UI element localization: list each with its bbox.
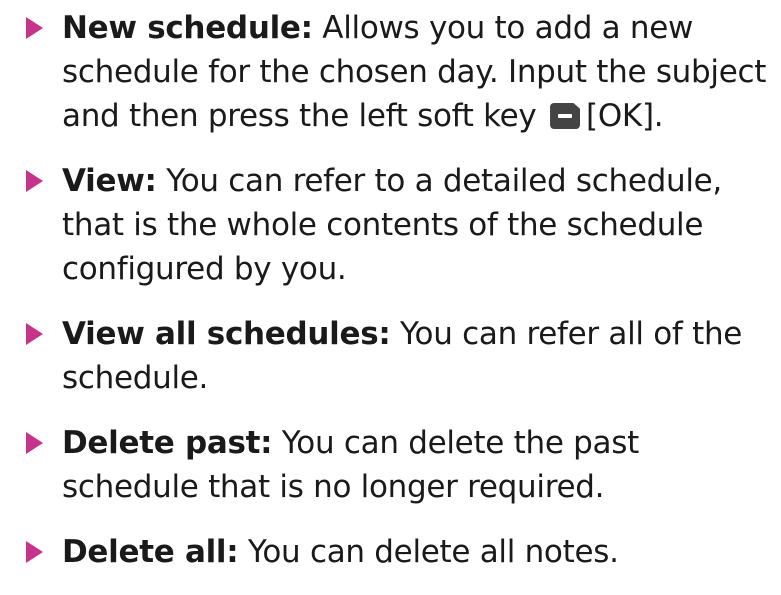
list-item-delete-past: Delete past: You can delete the past sch… [26, 421, 781, 509]
item-term: New schedule: [62, 10, 313, 46]
list-item-view: View: You can refer to a detailed schedu… [26, 159, 781, 291]
triangle-right-icon [26, 323, 43, 345]
list-item-new-schedule: New schedule: Allows you to add a new sc… [26, 6, 781, 138]
triangle-right-icon [26, 541, 43, 563]
item-description: You can delete all notes. [238, 534, 619, 570]
minus-icon [558, 114, 573, 118]
triangle-right-icon [26, 170, 43, 192]
triangle-right-icon [26, 17, 43, 39]
item-term: View all schedules: [62, 316, 391, 352]
triangle-right-icon [26, 432, 43, 454]
option-list: New schedule: Allows you to add a new sc… [26, 6, 781, 595]
left-soft-key-icon [550, 103, 581, 129]
list-item-delete-all: Delete all: You can delete all notes. [26, 530, 781, 574]
item-term: View: [62, 163, 157, 199]
item-description-suffix: [OK]. [586, 98, 664, 134]
list-item-view-all-schedules: View all schedules: You can refer all of… [26, 312, 781, 400]
item-description: You can refer to a detailed schedule, th… [62, 163, 722, 287]
item-term: Delete all: [62, 534, 239, 570]
item-term: Delete past: [62, 425, 273, 461]
